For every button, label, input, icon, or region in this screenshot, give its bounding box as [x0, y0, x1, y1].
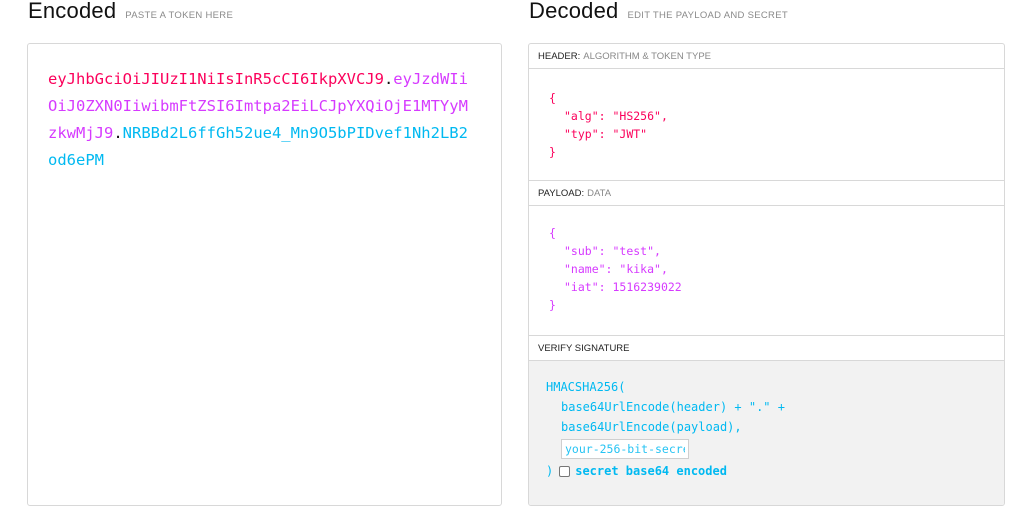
decoded-title: Decoded: [529, 0, 619, 23]
secret-base64-checkbox[interactable]: [559, 465, 571, 477]
json-line-name: "name": "kika",: [564, 262, 668, 276]
secret-base64-label[interactable]: secret base64 encoded: [575, 461, 727, 481]
json-key: "alg": [564, 109, 599, 123]
json-brace: }: [549, 298, 556, 312]
verify-close-paren: ): [546, 464, 554, 478]
decoded-subtitle: EDIT THE PAYLOAD AND SECRET: [627, 10, 788, 21]
json-line-typ: "typ": "JWT": [564, 127, 648, 141]
json-key: "typ": [564, 127, 599, 141]
token-header-part: eyJhbGciOiJIUzI1NiIsInR5cCI6IkpXVCJ9: [48, 70, 384, 88]
payload-section-title: PAYLOAD: DATA: [529, 180, 1004, 206]
verify-line-header: base64UrlEncode(header) + "." +: [561, 400, 785, 414]
payload-json-editor[interactable]: { "sub": "test", "name": "kika", "iat": …: [549, 224, 682, 314]
json-line-iat: "iat": 1516239022: [564, 280, 682, 294]
encoded-token-editor[interactable]: eyJhbGciOiJIUzI1NiIsInR5cCI6IkpXVCJ9.eyJ…: [27, 43, 502, 506]
json-line-alg: "alg": "HS256",: [564, 109, 668, 123]
header-label: HEADER:: [538, 51, 581, 62]
verify-section-title: VERIFY SIGNATURE: [529, 335, 1004, 361]
json-key: "iat": [564, 280, 599, 294]
json-key: "name": [564, 262, 606, 276]
decoded-heading: Decoded EDIT THE PAYLOAD AND SECRET: [529, 0, 788, 22]
json-value: 1516239022: [612, 280, 682, 294]
secret-input[interactable]: [561, 439, 689, 459]
json-value: "test": [612, 244, 655, 258]
json-line-sub: "sub": "test",: [564, 244, 661, 258]
json-brace: {: [549, 226, 556, 240]
json-key: "sub": [564, 244, 599, 258]
encoded-subtitle: PASTE A TOKEN HERE: [125, 10, 234, 21]
header-label-detail: ALGORITHM & TOKEN TYPE: [583, 51, 711, 62]
header-section-title: HEADER: ALGORITHM & TOKEN TYPE: [529, 44, 1004, 69]
json-brace: }: [549, 145, 556, 159]
secret-input-row: [546, 437, 785, 459]
payload-label: PAYLOAD:: [538, 188, 585, 199]
verify-fn-open: HMACSHA256(: [546, 380, 626, 394]
decoded-panel: HEADER: ALGORITHM & TOKEN TYPE { "alg": "…: [528, 43, 1005, 506]
encoded-heading: Encoded PASTE A TOKEN HERE: [28, 0, 233, 22]
token-separator: .: [113, 124, 123, 142]
json-brace: {: [549, 91, 556, 105]
token-separator: .: [383, 70, 394, 88]
encoded-token[interactable]: eyJhbGciOiJIUzI1NiIsInR5cCI6IkpXVCJ9.eyJ…: [48, 66, 468, 174]
verify-close-row: ) secret base64 encoded: [546, 461, 785, 481]
header-json-editor[interactable]: { "alg": "HS256", "typ": "JWT" }: [549, 89, 668, 161]
verify-code: HMACSHA256( base64UrlEncode(header) + ".…: [546, 377, 785, 481]
json-value: "JWT": [612, 127, 648, 141]
encoded-title: Encoded: [28, 0, 117, 23]
verify-signature-body: HMACSHA256( base64UrlEncode(header) + ".…: [529, 361, 1004, 505]
json-value: "kika": [619, 262, 661, 276]
json-value: "HS256": [612, 109, 661, 123]
verify-line-payload: base64UrlEncode(payload),: [561, 420, 742, 434]
payload-label-detail: DATA: [587, 188, 612, 199]
verify-label: VERIFY SIGNATURE: [538, 343, 630, 354]
